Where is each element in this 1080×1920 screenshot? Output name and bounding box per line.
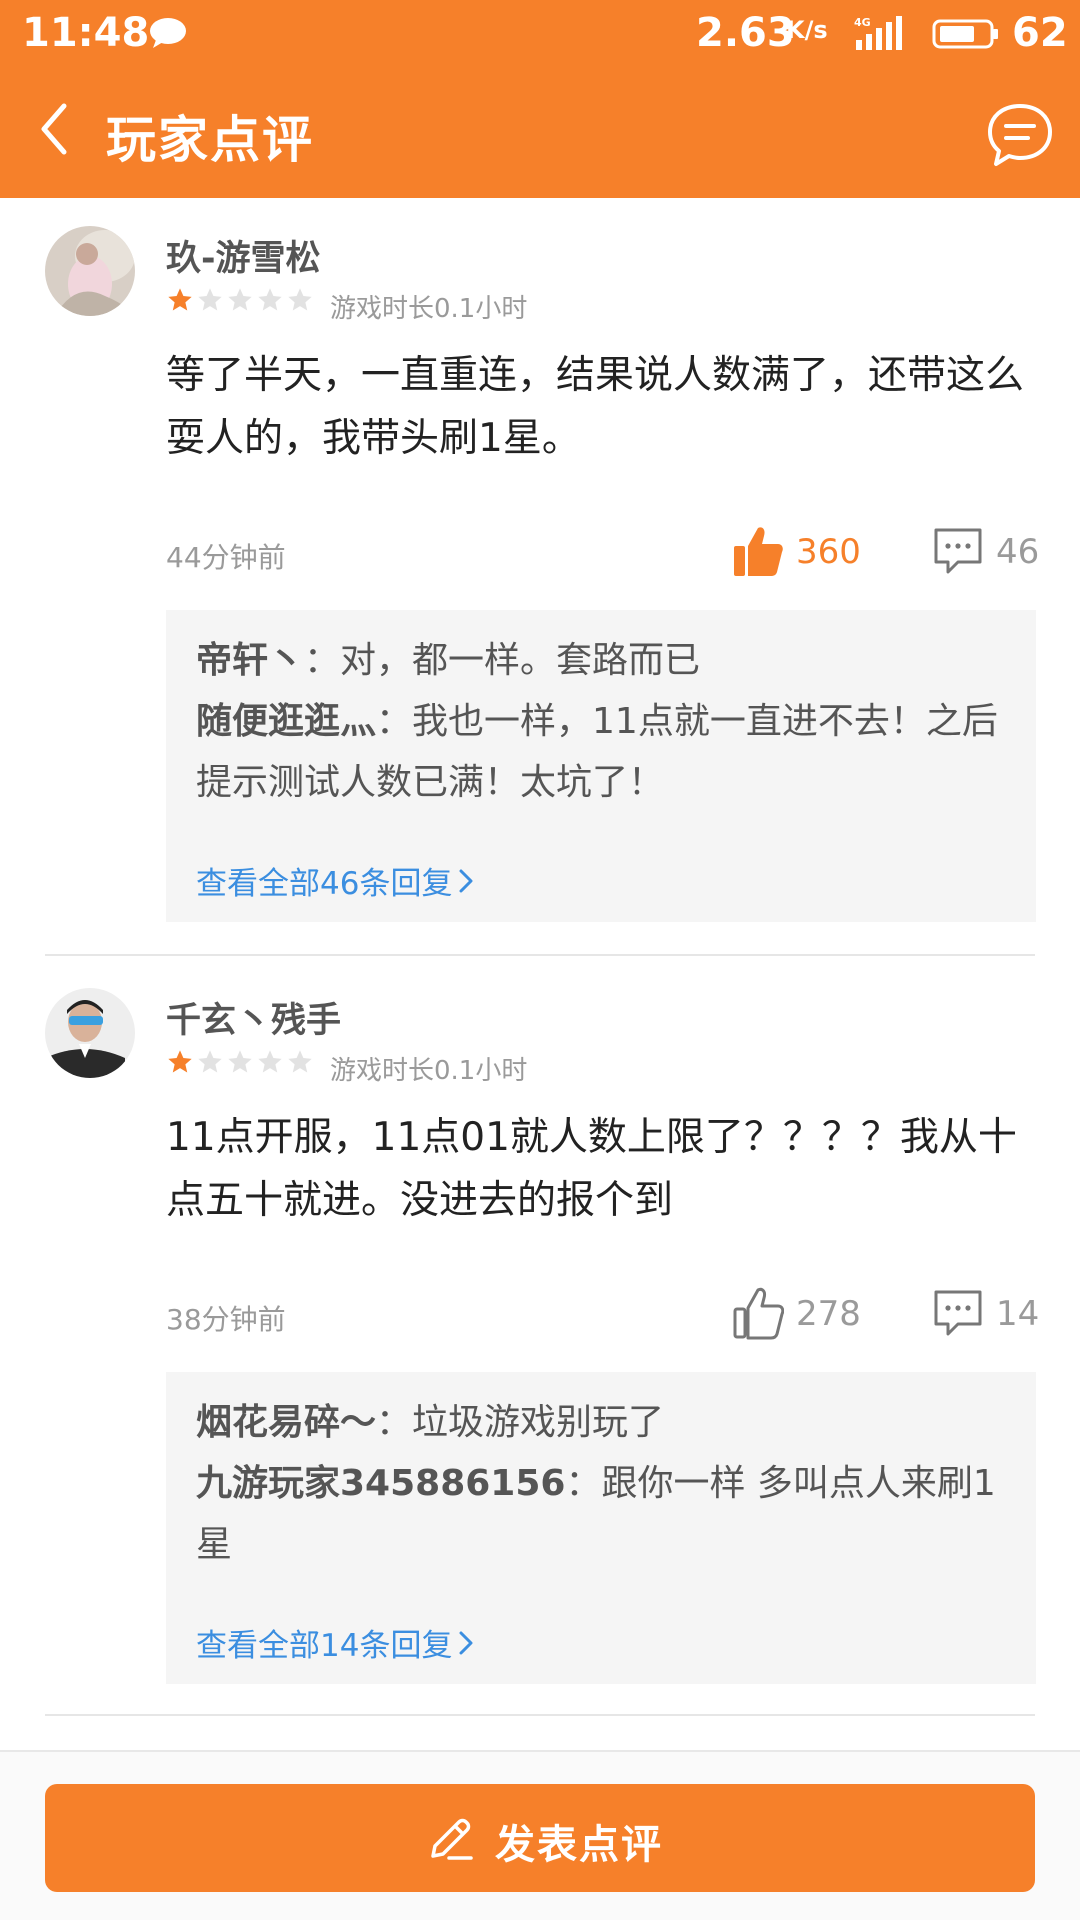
app-header: 11:48 2.63 K/s 4G 62 玩家点评 [0,0,1080,198]
reply-item[interactable]: 帝轩丶：对，都一样。套路而已 [196,630,1016,691]
star-icon [258,288,282,311]
post-review-label: 发表点评 [495,1822,663,1868]
reply-text: ：对，都一样。套路而已 [304,640,701,681]
reply-item[interactable]: 九游玩家345886156：跟你一样 多叫点人来刷1星 [196,1453,1016,1575]
divider [45,1714,1035,1716]
reply-item[interactable]: 随便逛逛灬：我也一样，11点就一直进不去！之后提示测试人数已满！太坑了！ [196,691,1016,813]
comment-icon [934,528,982,574]
signal-icon: 4G [854,16,902,50]
battery-icon [932,19,998,49]
like-button[interactable]: 278 [732,1286,872,1342]
star-icon [288,1050,312,1073]
comment-icon [934,1290,982,1336]
network-speed: 2.63 [696,10,795,56]
view-all-replies-link[interactable]: 查看全部46条回复 [196,858,474,903]
svg-text:4G: 4G [854,16,871,29]
page-title: 玩家点评 [106,111,314,169]
reply-list: 烟花易碎〜：垃圾游戏别玩了 九游玩家345886156：跟你一样 多叫点人来刷1… [166,1372,1036,1684]
review-item: 千玄丶残手 游戏时长0.1小时 11点开服，11点01就人数上限了？？？？我从十… [0,958,1080,1718]
star-rating [166,1048,316,1080]
thumbs-up-icon [734,527,783,576]
review-time: 38分钟前 [166,1303,286,1336]
chevron-right-icon [459,869,473,893]
username[interactable]: 玖-游雪松 [166,230,321,281]
bottom-bar: 发表点评 [0,1750,1080,1920]
post-review-button[interactable]: 发表点评 [45,1784,1035,1892]
review-time: 44分钟前 [166,541,286,574]
reply-username[interactable]: 九游玩家345886156 [196,1463,565,1504]
star-rating [166,286,316,318]
pen-icon [431,1818,473,1860]
title-bar: 玩家点评 [0,68,1080,198]
star-icon [258,1050,282,1073]
comment-button[interactable]: 46 [932,524,1052,580]
playtime: 游戏时长0.1小时 [330,294,528,324]
view-all-label: 查看全部46条回复 [196,866,453,902]
like-button[interactable]: 360 [732,524,872,580]
star-icon [198,1050,222,1073]
comment-count: 14 [996,1294,1040,1334]
star-icon [228,288,252,311]
comment-button[interactable]: 14 [932,1286,1052,1342]
review-text: 等了半天，一直重连，结果说人数满了，还带这么耍人的，我带头刷1星。 [166,353,1025,461]
reply-username[interactable]: 烟花易碎〜 [196,1402,376,1443]
like-count: 360 [796,532,861,572]
thumbs-up-icon [733,1287,784,1340]
status-time: 11:48 [22,10,150,56]
divider [45,954,1035,956]
reply-item[interactable]: 烟花易碎〜：垃圾游戏别玩了 [196,1392,1016,1453]
back-icon[interactable] [28,96,84,162]
reply-username[interactable]: 帝轩丶 [196,640,304,681]
star-icon [228,1050,252,1073]
like-count: 278 [796,1294,861,1334]
network-speed-unit: K/s [786,16,828,44]
username[interactable]: 千玄丶残手 [166,992,341,1043]
star-icon [198,288,222,311]
star-icon [288,288,312,311]
reply-text: ：垃圾游戏别玩了 [376,1402,665,1443]
star-icon [168,1050,192,1073]
playtime: 游戏时长0.1小时 [330,1056,528,1086]
view-all-label: 查看全部14条回复 [196,1628,453,1664]
avatar[interactable] [45,988,135,1078]
view-all-replies-link[interactable]: 查看全部14条回复 [196,1620,474,1665]
battery-level: 62 [1012,10,1068,56]
comment-count: 46 [996,532,1040,572]
reply-username[interactable]: 随便逛逛灬 [196,701,376,742]
status-bar: 11:48 2.63 K/s 4G 62 [0,0,1080,68]
avatar[interactable] [45,226,135,316]
message-icon [150,18,186,48]
reply-list: 帝轩丶：对，都一样。套路而已 随便逛逛灬：我也一样，11点就一直进不去！之后提示… [166,610,1036,922]
star-icon [168,288,192,311]
chevron-right-icon [459,1631,473,1655]
review-text: 11点开服，11点01就人数上限了？？？？我从十点五十就进。没进去的报个到 [166,1115,1017,1223]
chat-icon[interactable] [984,100,1056,172]
review-item: 玖-游雪松 游戏时长0.1小时 等了半天，一直重连，结果说人数满了，还带这么耍人… [0,198,1080,958]
